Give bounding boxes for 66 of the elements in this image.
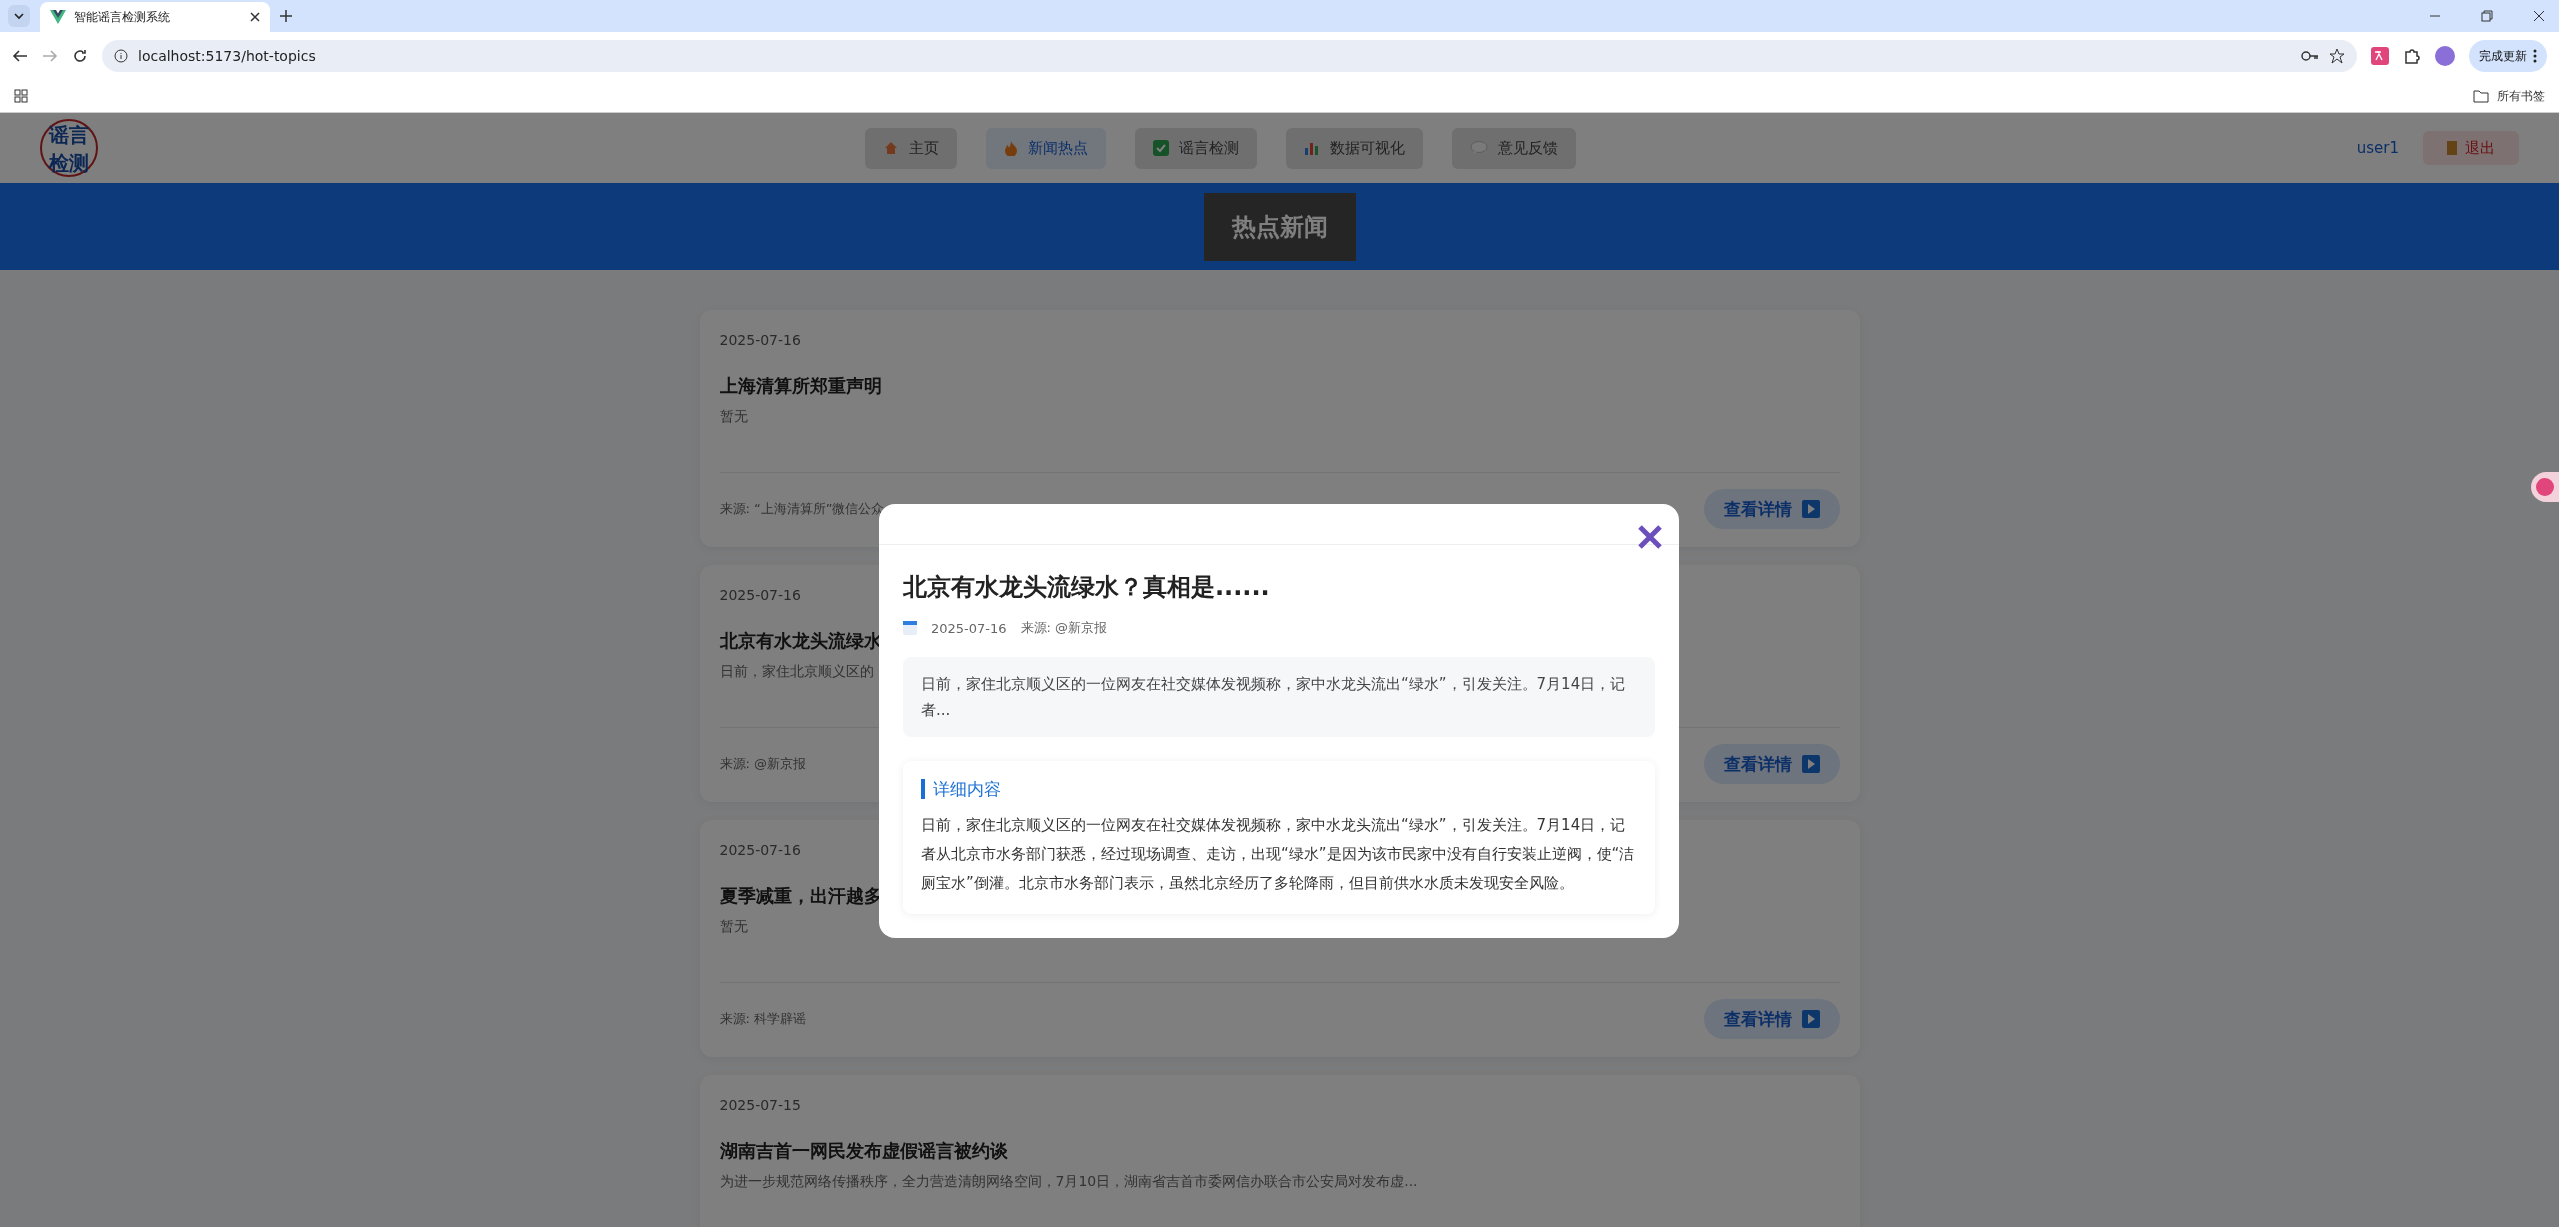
browser-tab[interactable]: 智能谣言检测系统 [40,2,270,32]
close-icon[interactable] [250,12,260,22]
view-details-button[interactable]: 查看详情 [1703,489,1840,529]
nav-tab[interactable]: 主页 [865,127,957,169]
nav-tab[interactable]: 新闻热点 [986,127,1106,169]
news-source: 来源: 科学辟谣 [719,1010,806,1028]
news-summary: 暂无 [719,918,748,936]
key-icon[interactable] [2301,50,2319,62]
news-date: 2025-07-16 [719,332,801,348]
apps-grid-icon[interactable] [14,89,28,103]
folder-icon [2473,89,2489,103]
news-source: 来源: “上海清算所”微信公众 [719,500,885,518]
info-icon [114,49,128,63]
reload-icon[interactable] [72,48,88,64]
tab-title: 智能谣言检测系统 [74,8,170,26]
section-title: 详细内容 [921,779,1637,799]
more-icon [2533,49,2537,63]
house-icon [883,140,899,156]
news-summary: 暂无 [719,408,748,426]
dialog-title: 北京有水龙头流绿水？真相是...... [903,572,1271,603]
close-icon[interactable] [2533,10,2545,22]
update-button[interactable]: 完成更新 [2469,40,2547,72]
translate-float-icon[interactable] [2531,472,2559,502]
play-icon [1801,1010,1820,1028]
dialog-summary: 日前，家住北京顺义区的一位网友在社交媒体发视频称，家中水龙头流出“绿水”，引发关注。7月14日，记者... [903,657,1655,737]
news-date: 2025-07-16 [719,587,801,603]
dialog-date: 2025-07-16 [931,620,1007,636]
speech-bubble-icon [1470,141,1488,155]
dialog-source: 来源: @新京报 [1020,619,1108,637]
view-details-button[interactable]: 查看详情 [1703,744,1840,784]
bar-chart-icon [1304,140,1320,156]
play-icon [1801,500,1820,518]
calendar-icon [903,621,917,635]
restore-icon[interactable] [2481,10,2493,22]
nav-tab[interactable]: 数据可视化 [1286,127,1423,169]
news-source: 来源: @新京报 [719,755,806,773]
news-date: 2025-07-15 [719,1097,801,1113]
play-icon [1801,755,1820,773]
news-summary: 为进一步规范网络传播秩序，全力营造清朗网络空间，7月10日，湖南省吉首市委网信办联合市公安局对发布虚... [719,1173,1418,1191]
star-icon[interactable] [2329,48,2345,64]
logo[interactable]: 谣言 检测 [40,119,98,177]
new-tab-icon[interactable] [280,10,292,22]
url-text: localhost:5173/hot-topics [138,48,316,64]
news-date: 2025-07-16 [719,842,801,858]
view-details-button[interactable]: 查看详情 [1703,999,1840,1039]
avatar-icon[interactable] [2435,46,2455,66]
news-title: 夏季减重，出汗越多 [719,884,882,908]
detail-text: 日前，家住北京顺义区的一位网友在社交媒体发视频称，家中水龙头流出“绿水”，引发关注。7月14日，记者从北京市水务部门获悉，经过现场调查、走访，出现“绿水”是因为该市民家中没有自行安装止逆阀，使“洁厕宝水”倒灌。北京市水务部门表示，虽然北京经历了多轮降雨，但目前供水水质未发现安全风险。 [921,815,1636,894]
all-bookmarks-link[interactable]: 所有书签 [2473,87,2545,105]
nav-tab[interactable]: 意见反馈 [1452,127,1576,169]
address-bar[interactable]: localhost:5173/hot-topics [102,40,2357,72]
checkbox-icon [1153,140,1169,156]
nav-tab[interactable]: 谣言检测 [1135,127,1257,169]
news-title: 上海清算所郑重声明 [719,374,882,398]
news-summary: 日前，家住北京顺义区的 [719,663,874,681]
v-logo-icon [50,10,66,24]
puzzle-icon[interactable] [2403,47,2421,65]
logout-button[interactable]: 退出 [2423,131,2519,165]
back-arrow-icon[interactable] [12,48,28,64]
username-link[interactable]: user1 [2356,139,2399,157]
translate-icon[interactable] [2371,47,2389,65]
tab-list-icon[interactable] [8,5,30,27]
door-icon [2447,141,2457,155]
news-title: 湖南吉首一网民发布虚假谣言被约谈 [719,1139,1008,1163]
page-title: 热点新闻 [1203,192,1356,261]
flame-icon [1004,140,1018,156]
